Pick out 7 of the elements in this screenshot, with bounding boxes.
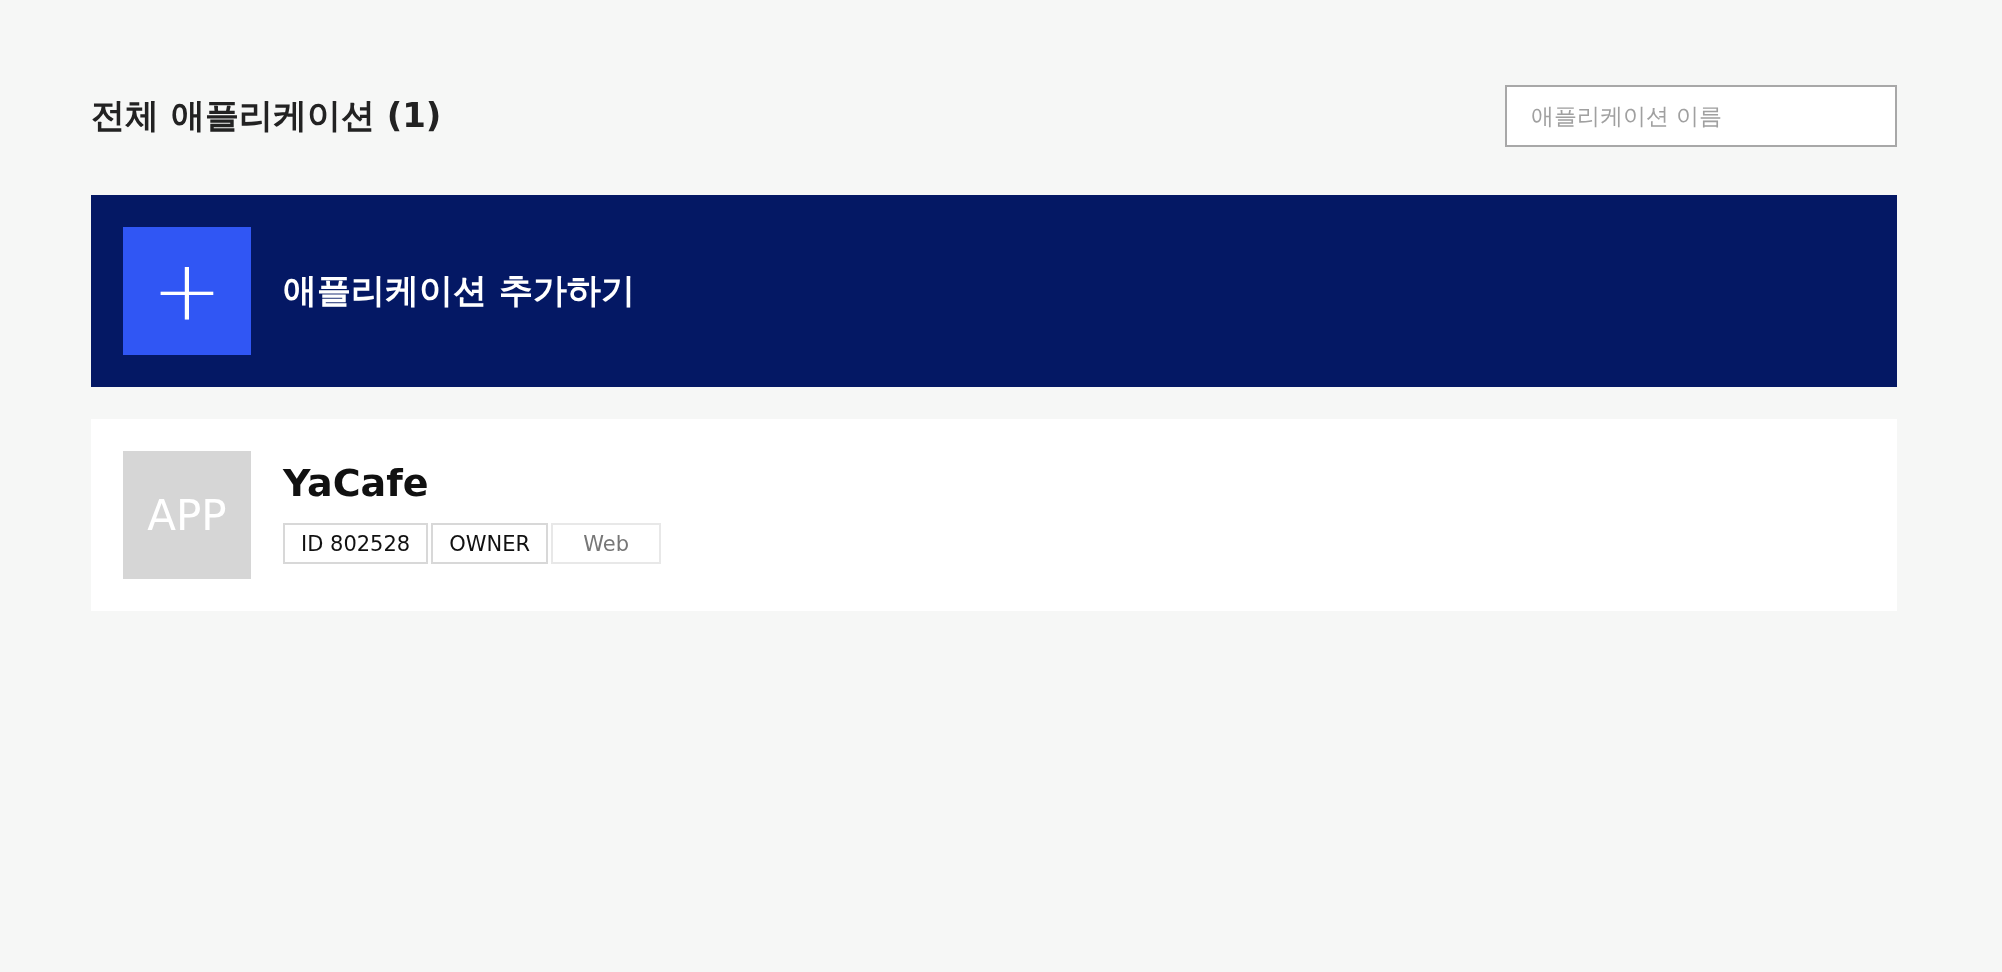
add-application-button[interactable]: + 애플리케이션 추가하기 — [91, 195, 1897, 387]
app-tag: OWNER — [431, 523, 549, 564]
app-tag: Web — [551, 523, 662, 564]
page-title: 전체 애플리케이션 (1) — [91, 93, 442, 137]
app-tag: ID 802528 — [283, 523, 429, 564]
search-field[interactable]: 애플리케이션 이름 — [1505, 84, 1897, 147]
app-name: YaCafe — [283, 461, 430, 505]
